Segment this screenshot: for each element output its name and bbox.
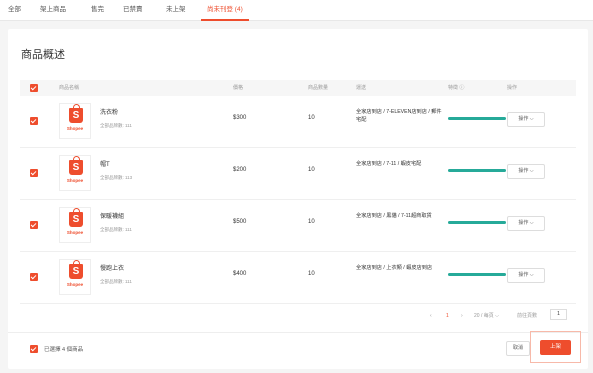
product-image[interactable]: S Shopee: [59, 103, 91, 139]
shipping-channels: 全家店到店 / 7-ELEVEN店到店 / 郵件宅配: [356, 109, 442, 123]
product-quantity: 10: [308, 115, 315, 121]
product-name[interactable]: 保暖襪組: [100, 211, 124, 220]
cancel-button[interactable]: 取消: [506, 341, 530, 356]
selected-count-text: 已選擇 4 個商品: [44, 347, 84, 353]
product-name[interactable]: 慢跑上衣: [100, 263, 124, 272]
header-features: 特徵 ⓘ: [448, 85, 465, 91]
table-row: S Shopee 保暖襪組 全部品牌數: 111 $500 10 全家店到店 /…: [20, 200, 576, 251]
next-page-button[interactable]: ›: [461, 311, 463, 321]
page-title: 商品概述: [21, 49, 65, 61]
action-dropdown[interactable]: 操作 ⌵: [507, 164, 545, 179]
shopee-bag-icon: S: [69, 260, 83, 279]
table-row: S Shopee 慢跑上衣 全部品牌數: 111 $400 10 全家店到店 /…: [20, 252, 576, 303]
jump-to-page-input[interactable]: 1: [550, 309, 567, 320]
tab-unlisted[interactable]: 未上架: [166, 0, 186, 21]
row-checkbox[interactable]: [30, 169, 38, 177]
shopee-logo-text: Shopee: [66, 126, 84, 131]
feature-bar: [448, 169, 506, 172]
page-number-current[interactable]: 1: [446, 311, 449, 321]
product-price: $400: [233, 271, 247, 277]
header-quantity: 商品數量: [308, 85, 329, 91]
product-meta: 全部品牌數: 113: [100, 175, 133, 180]
product-meta: 全部品牌數: 111: [100, 279, 132, 284]
product-meta: 全部品牌數: 111: [100, 123, 132, 128]
jump-to-page-label: 前往頁數: [517, 313, 538, 319]
table-header: 商品名稱 價格 商品數量 運送 特徵 ⓘ 操作: [20, 80, 576, 96]
prev-page-button[interactable]: ‹: [430, 311, 432, 321]
header-shipping: 運送: [356, 85, 367, 91]
product-quantity: 10: [308, 167, 315, 173]
table-row: S Shopee 帽T 全部品牌數: 113 $200 10 全家店到店 / 7…: [20, 148, 576, 199]
shopee-logo-text: Shopee: [66, 230, 84, 235]
tab-bar: 全部 架上商品 售完 已禁賣 未上架 尚未刊登 (4): [0, 0, 593, 21]
row-checkbox[interactable]: [30, 221, 38, 229]
shipping-channels: 全家店到店 / 上衣類 / 蝦皮店到店: [356, 265, 433, 271]
feature-bar: [448, 273, 506, 276]
feature-bar: [448, 221, 506, 224]
product-name[interactable]: 帽T: [100, 159, 110, 168]
select-all-checkbox[interactable]: [30, 84, 38, 92]
product-price: $500: [233, 219, 247, 225]
header-actions: 操作: [507, 85, 518, 91]
tab-banned[interactable]: 已禁賣: [123, 0, 143, 21]
feature-bar: [448, 117, 506, 120]
product-meta: 全部品牌數: 111: [100, 227, 132, 232]
page-size-select[interactable]: 20 / 每頁 ⌵: [474, 311, 499, 321]
product-price: $300: [233, 115, 247, 121]
action-dropdown[interactable]: 操作 ⌵: [507, 216, 545, 231]
publish-button[interactable]: 上架: [540, 340, 571, 355]
tab-sold-out[interactable]: 售完: [91, 0, 104, 21]
action-dropdown[interactable]: 操作 ⌵: [507, 268, 545, 283]
product-overview-card: 商品概述 商品名稱 價格 商品數量 運送 特徵 ⓘ 操作 S Shopee 洗衣…: [8, 29, 588, 369]
row-checkbox[interactable]: [30, 273, 38, 281]
row-divider: [20, 303, 576, 304]
product-image[interactable]: S Shopee: [59, 207, 91, 243]
product-image[interactable]: S Shopee: [59, 155, 91, 191]
tab-unpublished[interactable]: 尚未刊登 (4): [201, 0, 249, 21]
shopee-logo-text: Shopee: [66, 178, 84, 183]
header-price: 價格: [233, 85, 244, 91]
tab-live[interactable]: 架上商品: [40, 0, 66, 21]
shopee-bag-icon: S: [69, 104, 83, 123]
header-product-name: 商品名稱: [59, 85, 80, 91]
product-image[interactable]: S Shopee: [59, 259, 91, 295]
product-quantity: 10: [308, 271, 315, 277]
product-quantity: 10: [308, 219, 315, 225]
shipping-channels: 全家店到店 / 黑貓 / 7-11超商取貨: [356, 213, 432, 219]
shopee-logo-text: Shopee: [66, 282, 84, 287]
table-row: S Shopee 洗衣粉 全部品牌數: 111 $300 10 全家店到店 / …: [20, 96, 576, 147]
action-dropdown[interactable]: 操作 ⌵: [507, 112, 545, 127]
product-name[interactable]: 洗衣粉: [100, 107, 118, 116]
footer-divider: [8, 332, 588, 333]
shipping-channels: 全家店到店 / 7-11 / 蝦皮宅配: [356, 161, 422, 167]
footer-select-all-checkbox[interactable]: [30, 345, 38, 353]
row-checkbox[interactable]: [30, 117, 38, 125]
shopee-bag-icon: S: [69, 208, 83, 227]
product-price: $200: [233, 167, 247, 173]
tab-all[interactable]: 全部: [8, 0, 21, 21]
shopee-bag-icon: S: [69, 156, 83, 175]
